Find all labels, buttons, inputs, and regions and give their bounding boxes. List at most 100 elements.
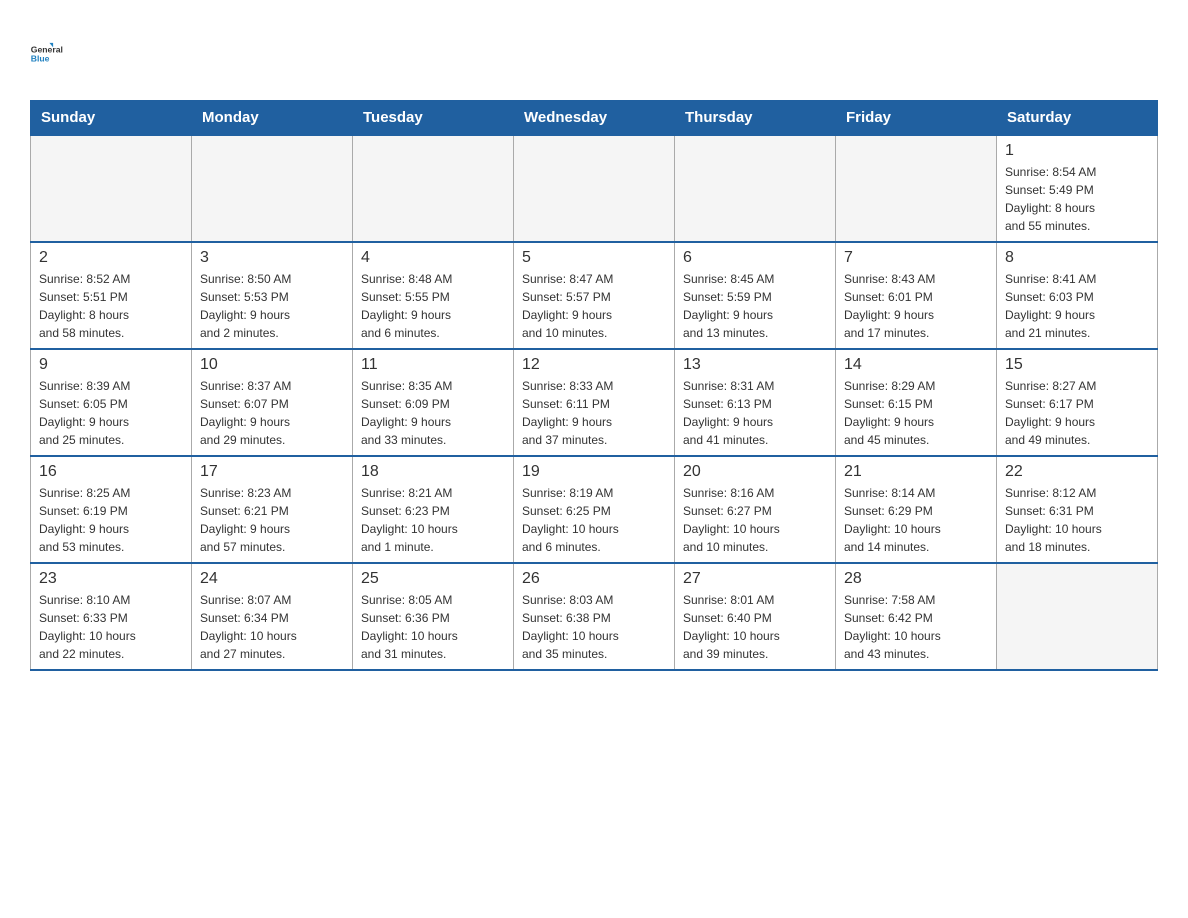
day-info: Sunrise: 8:21 AM Sunset: 6:23 PM Dayligh…: [361, 484, 505, 556]
calendar-cell: 5 Sunrise: 8:47 AM Sunset: 5:57 PM Daylig…: [514, 242, 675, 349]
calendar-header-row: SundayMondayTuesdayWednesdayThursdayFrid…: [31, 101, 1158, 136]
calendar-week-2: 2 Sunrise: 8:52 AM Sunset: 5:51 PM Daylig…: [31, 242, 1158, 349]
day-header-friday: Friday: [836, 101, 997, 136]
calendar-cell: [675, 135, 836, 242]
day-number: 24: [200, 570, 344, 588]
day-info: Sunrise: 8:10 AM Sunset: 6:33 PM Dayligh…: [39, 591, 183, 663]
day-number: 12: [522, 356, 666, 374]
calendar-cell: 23 Sunrise: 8:10 AM Sunset: 6:33 PM Dayli…: [31, 563, 192, 670]
day-info: Sunrise: 8:05 AM Sunset: 6:36 PM Dayligh…: [361, 591, 505, 663]
logo: General Blue: [30, 20, 89, 80]
calendar-cell: [31, 135, 192, 242]
day-info: Sunrise: 8:31 AM Sunset: 6:13 PM Dayligh…: [683, 377, 827, 449]
day-info: Sunrise: 8:54 AM Sunset: 5:49 PM Dayligh…: [1005, 163, 1149, 235]
calendar-cell: 7 Sunrise: 8:43 AM Sunset: 6:01 PM Daylig…: [836, 242, 997, 349]
calendar-cell: 2 Sunrise: 8:52 AM Sunset: 5:51 PM Daylig…: [31, 242, 192, 349]
day-info: Sunrise: 8:23 AM Sunset: 6:21 PM Dayligh…: [200, 484, 344, 556]
day-info: Sunrise: 8:07 AM Sunset: 6:34 PM Dayligh…: [200, 591, 344, 663]
calendar-cell: 25 Sunrise: 8:05 AM Sunset: 6:36 PM Dayli…: [353, 563, 514, 670]
calendar-cell: [836, 135, 997, 242]
calendar-cell: [997, 563, 1158, 670]
svg-text:Blue: Blue: [31, 53, 50, 63]
day-info: Sunrise: 8:16 AM Sunset: 6:27 PM Dayligh…: [683, 484, 827, 556]
day-info: Sunrise: 8:43 AM Sunset: 6:01 PM Dayligh…: [844, 270, 988, 342]
day-info: Sunrise: 8:39 AM Sunset: 6:05 PM Dayligh…: [39, 377, 183, 449]
day-number: 4: [361, 249, 505, 267]
day-info: Sunrise: 8:29 AM Sunset: 6:15 PM Dayligh…: [844, 377, 988, 449]
day-number: 16: [39, 463, 183, 481]
day-number: 28: [844, 570, 988, 588]
calendar-cell: 18 Sunrise: 8:21 AM Sunset: 6:23 PM Dayli…: [353, 456, 514, 563]
day-info: Sunrise: 8:41 AM Sunset: 6:03 PM Dayligh…: [1005, 270, 1149, 342]
day-number: 13: [683, 356, 827, 374]
calendar-week-1: 1 Sunrise: 8:54 AM Sunset: 5:49 PM Daylig…: [31, 135, 1158, 242]
day-info: Sunrise: 8:52 AM Sunset: 5:51 PM Dayligh…: [39, 270, 183, 342]
calendar-cell: 24 Sunrise: 8:07 AM Sunset: 6:34 PM Dayli…: [192, 563, 353, 670]
day-number: 18: [361, 463, 505, 481]
calendar-cell: [192, 135, 353, 242]
day-number: 25: [361, 570, 505, 588]
calendar-cell: 9 Sunrise: 8:39 AM Sunset: 6:05 PM Daylig…: [31, 349, 192, 456]
calendar-cell: 11 Sunrise: 8:35 AM Sunset: 6:09 PM Dayli…: [353, 349, 514, 456]
day-number: 5: [522, 249, 666, 267]
calendar-week-3: 9 Sunrise: 8:39 AM Sunset: 6:05 PM Daylig…: [31, 349, 1158, 456]
calendar-cell: [514, 135, 675, 242]
page-header: General Blue: [30, 20, 1158, 80]
calendar-cell: 1 Sunrise: 8:54 AM Sunset: 5:49 PM Daylig…: [997, 135, 1158, 242]
logo-icon: General Blue: [30, 25, 85, 80]
calendar-table: SundayMondayTuesdayWednesdayThursdayFrid…: [30, 100, 1158, 671]
calendar-cell: 12 Sunrise: 8:33 AM Sunset: 6:11 PM Dayli…: [514, 349, 675, 456]
calendar-cell: 8 Sunrise: 8:41 AM Sunset: 6:03 PM Daylig…: [997, 242, 1158, 349]
day-number: 3: [200, 249, 344, 267]
calendar-cell: 6 Sunrise: 8:45 AM Sunset: 5:59 PM Daylig…: [675, 242, 836, 349]
day-info: Sunrise: 8:19 AM Sunset: 6:25 PM Dayligh…: [522, 484, 666, 556]
day-number: 15: [1005, 356, 1149, 374]
day-info: Sunrise: 8:12 AM Sunset: 6:31 PM Dayligh…: [1005, 484, 1149, 556]
day-number: 22: [1005, 463, 1149, 481]
day-info: Sunrise: 8:03 AM Sunset: 6:38 PM Dayligh…: [522, 591, 666, 663]
day-number: 26: [522, 570, 666, 588]
calendar-cell: 17 Sunrise: 8:23 AM Sunset: 6:21 PM Dayli…: [192, 456, 353, 563]
day-number: 11: [361, 356, 505, 374]
day-number: 20: [683, 463, 827, 481]
day-number: 8: [1005, 249, 1149, 267]
day-info: Sunrise: 8:35 AM Sunset: 6:09 PM Dayligh…: [361, 377, 505, 449]
calendar-cell: 22 Sunrise: 8:12 AM Sunset: 6:31 PM Dayli…: [997, 456, 1158, 563]
day-number: 9: [39, 356, 183, 374]
calendar-cell: 14 Sunrise: 8:29 AM Sunset: 6:15 PM Dayli…: [836, 349, 997, 456]
day-number: 27: [683, 570, 827, 588]
day-info: Sunrise: 8:50 AM Sunset: 5:53 PM Dayligh…: [200, 270, 344, 342]
day-info: Sunrise: 8:25 AM Sunset: 6:19 PM Dayligh…: [39, 484, 183, 556]
day-header-sunday: Sunday: [31, 101, 192, 136]
calendar-cell: 27 Sunrise: 8:01 AM Sunset: 6:40 PM Dayli…: [675, 563, 836, 670]
calendar-cell: 28Sunrise: 7:58 AM Sunset: 6:42 PM Dayli…: [836, 563, 997, 670]
calendar-cell: 3 Sunrise: 8:50 AM Sunset: 5:53 PM Daylig…: [192, 242, 353, 349]
day-number: 14: [844, 356, 988, 374]
calendar-cell: 13 Sunrise: 8:31 AM Sunset: 6:13 PM Dayli…: [675, 349, 836, 456]
calendar-week-4: 16 Sunrise: 8:25 AM Sunset: 6:19 PM Dayli…: [31, 456, 1158, 563]
day-info: Sunrise: 8:01 AM Sunset: 6:40 PM Dayligh…: [683, 591, 827, 663]
day-info: Sunrise: 8:33 AM Sunset: 6:11 PM Dayligh…: [522, 377, 666, 449]
calendar-cell: 19Sunrise: 8:19 AM Sunset: 6:25 PM Dayli…: [514, 456, 675, 563]
day-info: Sunrise: 8:27 AM Sunset: 6:17 PM Dayligh…: [1005, 377, 1149, 449]
day-info: Sunrise: 8:45 AM Sunset: 5:59 PM Dayligh…: [683, 270, 827, 342]
calendar-cell: 20 Sunrise: 8:16 AM Sunset: 6:27 PM Dayli…: [675, 456, 836, 563]
calendar-cell: 4 Sunrise: 8:48 AM Sunset: 5:55 PM Daylig…: [353, 242, 514, 349]
day-number: 6: [683, 249, 827, 267]
calendar-cell: 10Sunrise: 8:37 AM Sunset: 6:07 PM Dayli…: [192, 349, 353, 456]
day-info: Sunrise: 8:14 AM Sunset: 6:29 PM Dayligh…: [844, 484, 988, 556]
calendar-cell: 26 Sunrise: 8:03 AM Sunset: 6:38 PM Dayli…: [514, 563, 675, 670]
day-number: 17: [200, 463, 344, 481]
calendar-cell: 21Sunrise: 8:14 AM Sunset: 6:29 PM Dayli…: [836, 456, 997, 563]
calendar-cell: 15 Sunrise: 8:27 AM Sunset: 6:17 PM Dayli…: [997, 349, 1158, 456]
day-header-thursday: Thursday: [675, 101, 836, 136]
day-info: Sunrise: 8:47 AM Sunset: 5:57 PM Dayligh…: [522, 270, 666, 342]
day-info: Sunrise: 8:48 AM Sunset: 5:55 PM Dayligh…: [361, 270, 505, 342]
day-number: 23: [39, 570, 183, 588]
day-number: 7: [844, 249, 988, 267]
calendar-cell: 16 Sunrise: 8:25 AM Sunset: 6:19 PM Dayli…: [31, 456, 192, 563]
calendar-cell: [353, 135, 514, 242]
calendar-week-5: 23 Sunrise: 8:10 AM Sunset: 6:33 PM Dayli…: [31, 563, 1158, 670]
day-number: 1: [1005, 142, 1149, 160]
day-number: 2: [39, 249, 183, 267]
